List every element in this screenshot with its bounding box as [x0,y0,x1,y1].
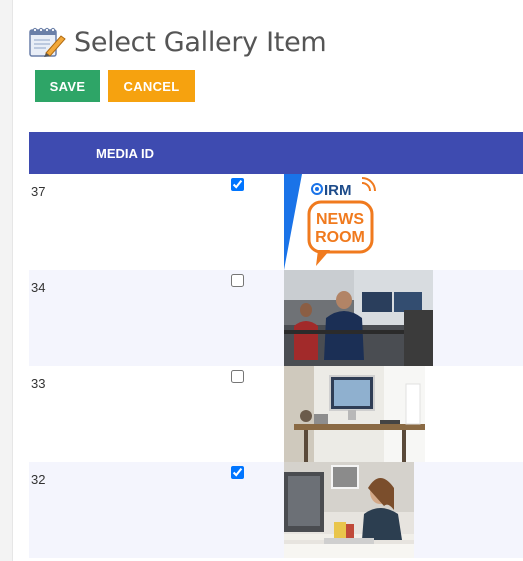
media-id-cell: 32 [31,472,46,487]
select-checkbox[interactable] [231,370,244,383]
table-row: 34 [29,270,523,366]
media-id-cell: 33 [31,376,46,391]
page-header: Select Gallery Item [28,26,327,58]
select-checkbox[interactable] [231,178,244,191]
table-row: 32 [29,462,523,558]
notepad-edit-icon [29,27,66,57]
select-checkbox[interactable] [231,274,244,287]
media-id-cell: 37 [31,184,46,199]
save-button[interactable]: SAVE [35,70,100,102]
woman-at-desk-photo-thumbnail[interactable] [284,462,414,558]
desk-workspace-photo-thumbnail[interactable] [284,366,425,462]
column-header-media-id[interactable]: MEDIA ID [96,146,154,161]
cancel-button[interactable]: CANCEL [108,70,195,102]
select-checkbox[interactable] [231,466,244,479]
table-header: MEDIA ID [29,132,523,174]
table-row: 37 IRM NEWS ROOM [29,174,523,270]
page-title: Select Gallery Item [74,26,327,58]
media-id-cell: 34 [31,280,46,295]
logo-line-2: ROOM [315,229,365,246]
office-workers-photo-thumbnail[interactable] [284,270,433,366]
irm-newsroom-logo-thumbnail[interactable]: IRM NEWS ROOM [284,174,380,270]
table-row: 33 [29,366,523,462]
gallery-table: MEDIA ID 37 IRM NEWS ROOM 34 33 32 [29,132,523,558]
logo-line-1: NEWS [316,211,364,228]
logo-brand: IRM [324,182,352,199]
